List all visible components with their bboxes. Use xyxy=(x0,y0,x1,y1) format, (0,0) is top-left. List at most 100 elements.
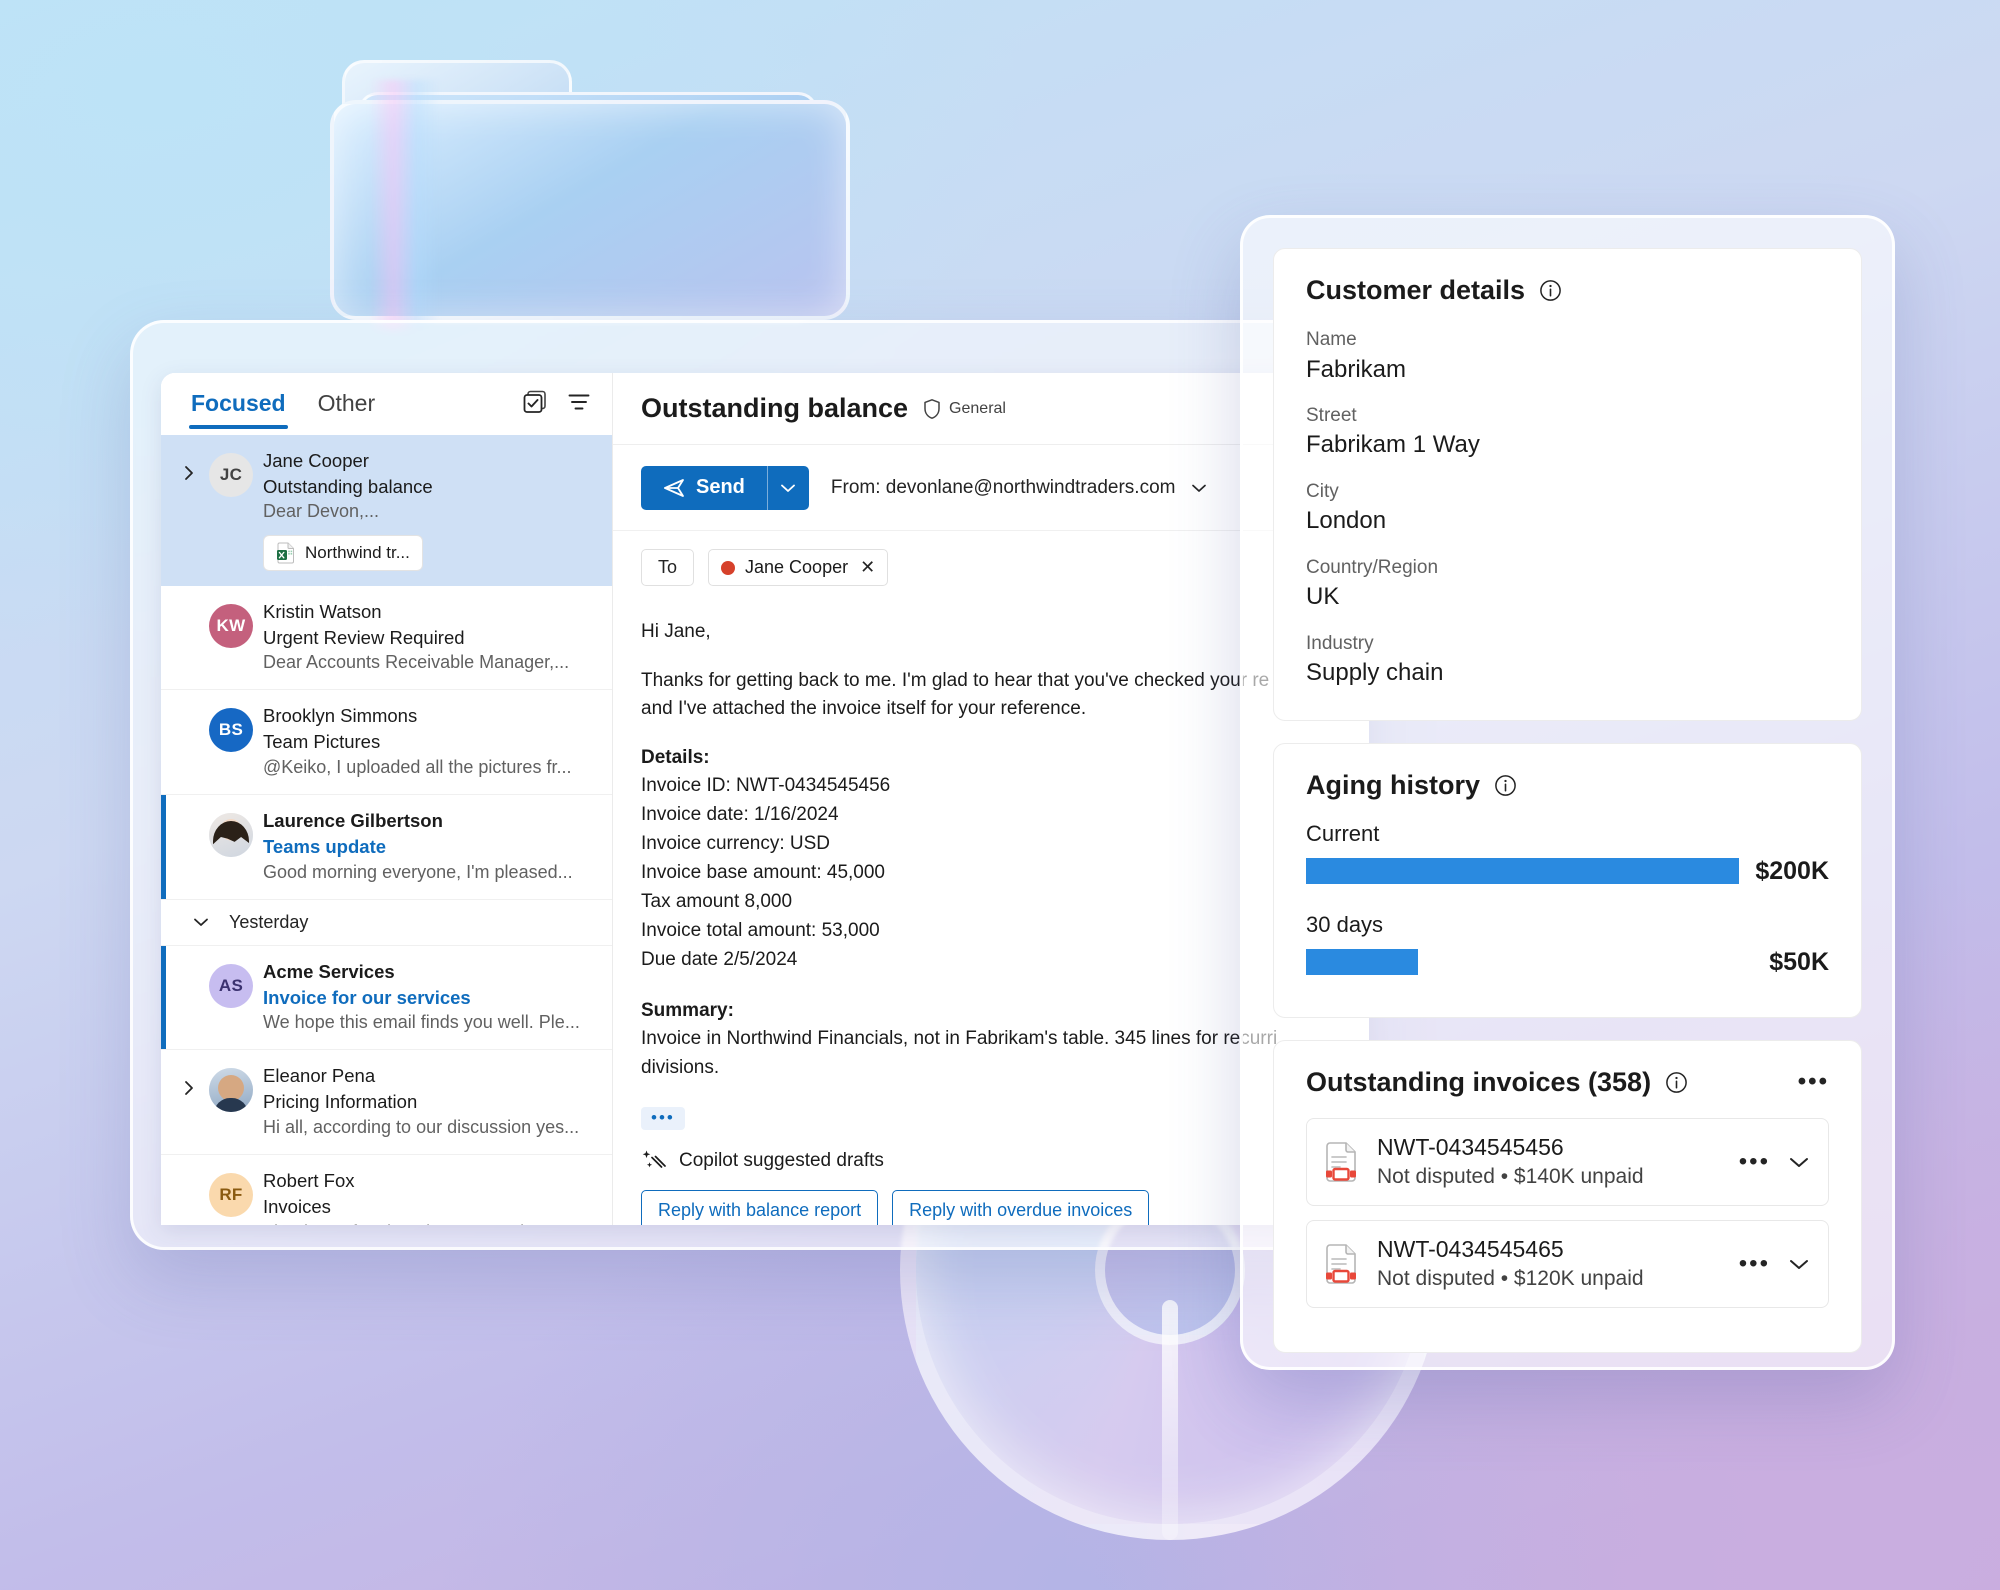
list-item-main: Kristin Watson Urgent Review Required De… xyxy=(263,600,580,676)
select-all-icon[interactable] xyxy=(522,389,548,415)
customer-details-title-text: Customer details xyxy=(1306,275,1526,305)
avatar: JC xyxy=(209,453,253,497)
show-more-button[interactable]: ••• xyxy=(641,1107,685,1130)
list-item-sender: Robert Fox xyxy=(263,1170,355,1192)
body-detail-line: Due date 2/5/2024 xyxy=(641,948,798,970)
attachment-chip[interactable]: Northwind tr... xyxy=(263,534,423,571)
field-label-country: Country/Region xyxy=(1306,556,1439,578)
outlook-pane: Focused Other JC Jane Cooper Outstanding… xyxy=(161,373,1369,1225)
list-item-main: Laurence Gilbertson Teams update Good mo… xyxy=(263,809,580,885)
field-label-industry: Industry xyxy=(1306,632,1374,654)
filter-icon[interactable] xyxy=(566,389,592,415)
list-item-subject: Invoice for our services xyxy=(263,986,471,1008)
info-icon[interactable] xyxy=(1493,773,1518,798)
page-title: Outstanding balance xyxy=(641,393,909,423)
body-greeting: Hi Jane, xyxy=(641,621,711,642)
aging-row-30-days: 30 days $50K xyxy=(1306,912,1829,977)
body-details-heading: Details: xyxy=(641,746,710,768)
mail-pivot: Focused Other xyxy=(189,373,522,435)
send-options-button[interactable] xyxy=(766,465,809,510)
to-label[interactable]: To xyxy=(641,549,695,586)
from-field[interactable]: From: devonlane@northwindtraders.com xyxy=(831,477,1210,499)
list-item-sender: Jane Cooper xyxy=(263,450,369,471)
disc-slit-shape xyxy=(1162,1300,1178,1540)
folder-inner-shape xyxy=(358,92,818,322)
invoice-overflow-menu-button[interactable]: ••• xyxy=(1739,1149,1770,1174)
list-item-subject: Team Pictures xyxy=(263,731,381,753)
reply-with-balance-report-button[interactable]: Reply with balance report xyxy=(641,1189,879,1225)
chevron-down-icon[interactable] xyxy=(1189,482,1209,494)
list-item[interactable]: BS Brooklyn Simmons Team Pictures @Keiko… xyxy=(161,690,612,796)
tab-focused[interactable]: Focused xyxy=(189,390,288,429)
copilot-suggested-drafts-row: Copilot suggested drafts xyxy=(641,1148,1341,1174)
expand-chevron-icon[interactable] xyxy=(179,449,199,483)
folder-sheen-shape xyxy=(370,80,440,330)
list-item-preview: Thank you for choosing our services.... xyxy=(263,1220,580,1225)
excel-file-icon xyxy=(276,542,296,564)
send-button-label: Send xyxy=(696,476,745,498)
list-item-subject: Outstanding balance xyxy=(263,475,433,497)
invoice-row[interactable]: NWT-0434545465 Not disputed • $120K unpa… xyxy=(1306,1219,1829,1309)
list-item[interactable]: Eleanor Pena Pricing Information Hi all,… xyxy=(161,1050,612,1156)
info-icon[interactable] xyxy=(1538,278,1563,303)
info-icon[interactable] xyxy=(1664,1070,1689,1095)
card-overflow-menu-button[interactable]: ••• xyxy=(1798,1070,1829,1094)
avatar: RF xyxy=(209,1173,253,1218)
invoice-text: NWT-0434545456 Not disputed • $140K unpa… xyxy=(1377,1133,1723,1191)
aging-bar-track xyxy=(1306,858,1740,885)
chevron-down-icon[interactable] xyxy=(1786,1154,1812,1170)
outstanding-invoices-title: Outstanding invoices (358) ••• xyxy=(1306,1067,1829,1098)
day-group-header[interactable]: Yesterday xyxy=(161,900,612,946)
sensitivity-label[interactable]: General xyxy=(922,398,1006,420)
aging-bar-line: $200K xyxy=(1306,857,1829,886)
avatar: KW xyxy=(209,603,253,648)
list-item-preview: Hi all, according to our discussion yes.… xyxy=(263,1116,580,1137)
avatar-initials: BS xyxy=(218,720,244,740)
invoice-file-icon xyxy=(1323,1141,1361,1183)
list-item[interactable]: Laurence Gilbertson Teams update Good mo… xyxy=(161,795,612,900)
field-value-name: Fabrikam xyxy=(1306,355,1407,383)
invoice-file-icon xyxy=(1323,1243,1361,1285)
list-item-preview: Dear Accounts Receivable Manager,... xyxy=(263,652,570,673)
aging-history-title: Aging history xyxy=(1306,770,1829,801)
list-item-sender: Eleanor Pena xyxy=(263,1065,376,1087)
list-item[interactable]: JC Jane Cooper Outstanding balance Dear … xyxy=(161,435,612,586)
list-item[interactable]: RF Robert Fox Invoices Thank you for cho… xyxy=(161,1155,612,1225)
field-label-street: Street xyxy=(1306,404,1357,426)
list-item-main: Brooklyn Simmons Team Pictures @Keiko, I… xyxy=(263,704,580,780)
aging-bar-fill xyxy=(1306,949,1418,976)
avatar-initials: KW xyxy=(216,615,246,635)
customer-details-card: Customer details Name Fabrikam Street Fa… xyxy=(1273,248,1862,721)
invoice-overflow-menu-button[interactable]: ••• xyxy=(1739,1252,1770,1276)
body-summary-heading: Summary: xyxy=(641,999,734,1021)
field-value-country: UK xyxy=(1306,583,1340,611)
body-detail-line: Invoice date: 1/16/2024 xyxy=(641,804,839,826)
remove-recipient-icon[interactable]: ✕ xyxy=(860,557,875,578)
presence-busy-icon xyxy=(721,560,736,575)
attachment-label: Northwind tr... xyxy=(305,542,410,562)
list-item-meta: 12:55PM xyxy=(590,449,612,492)
message-list-items: JC Jane Cooper Outstanding balance Dear … xyxy=(161,435,612,1225)
body-detail-line: Invoice total amount: 53,000 xyxy=(641,919,880,941)
invoice-row[interactable]: NWT-0434545456 Not disputed • $140K unpa… xyxy=(1306,1117,1829,1206)
copilot-draft-buttons: Reply with balance report Reply with ove… xyxy=(641,1189,1341,1225)
tab-other[interactable]: Other xyxy=(316,390,378,429)
aging-bar-track xyxy=(1306,949,1753,976)
list-item-meta: 9:55 AM xyxy=(590,600,612,621)
recipient-pill[interactable]: Jane Cooper ✕ xyxy=(708,549,889,586)
list-item-meta: 8:25 PM xyxy=(590,1169,612,1212)
list-item-subject: Teams update xyxy=(263,835,387,857)
chevron-down-icon xyxy=(779,482,797,494)
chevron-down-icon[interactable] xyxy=(1786,1256,1812,1272)
send-button[interactable]: Send xyxy=(641,465,767,510)
aging-bar-line: $50K xyxy=(1306,948,1829,977)
list-item[interactable]: KW Kristin Watson Urgent Review Required… xyxy=(161,586,612,691)
list-item[interactable]: AS Acme Services Invoice for our service… xyxy=(161,945,612,1051)
reply-with-overdue-invoices-button[interactable]: Reply with overdue invoices xyxy=(892,1189,1150,1225)
message-list-header: Focused Other xyxy=(161,373,612,435)
decorative-folder-graphic xyxy=(330,60,860,330)
expand-chevron-icon[interactable] xyxy=(179,1064,199,1098)
folder-body-shape xyxy=(330,100,850,320)
body-detail-line: Invoice ID: NWT-0434545456 xyxy=(641,775,891,797)
paperclip-icon xyxy=(590,1171,612,1193)
